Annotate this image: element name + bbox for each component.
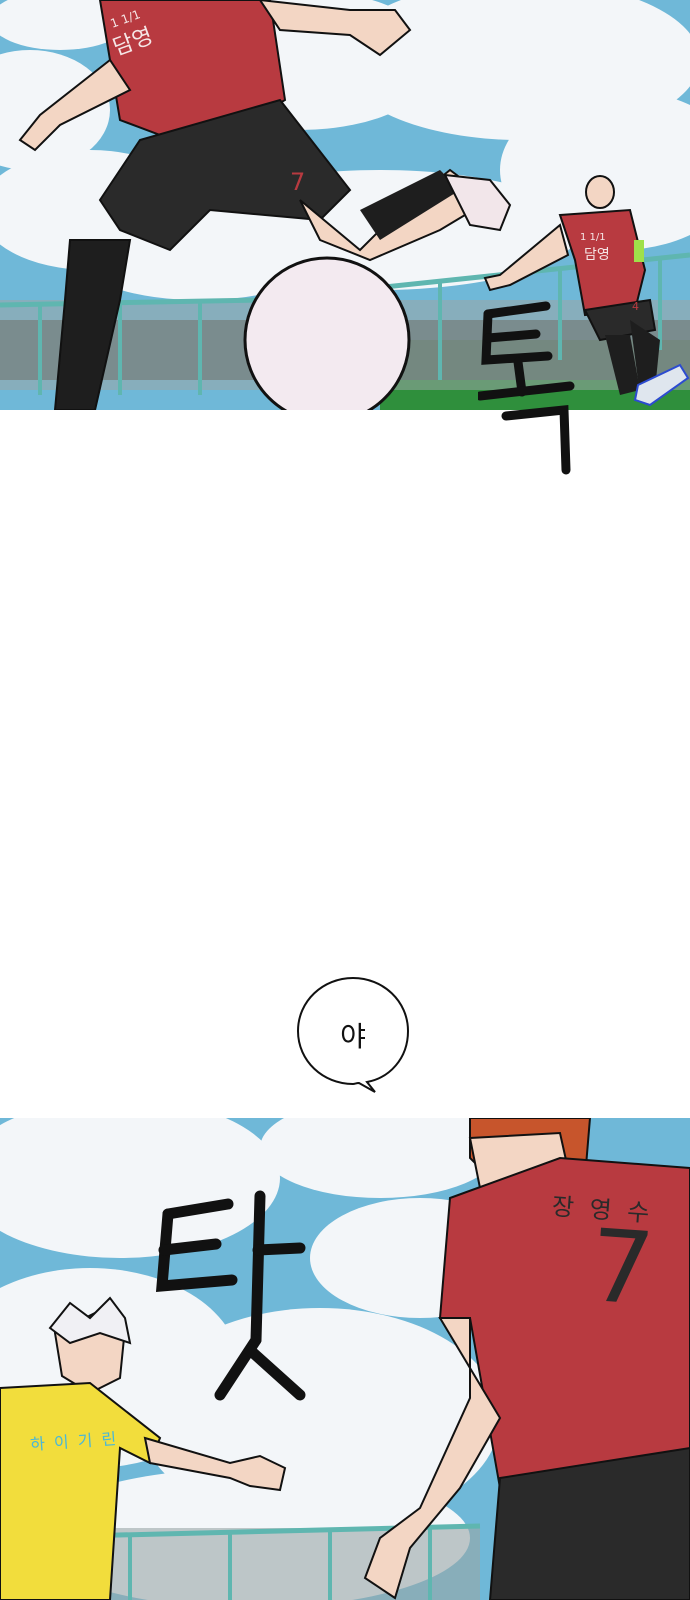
soccer-ball (243, 256, 411, 410)
jersey-number: 7 (586, 1206, 658, 1329)
comic-panel-run: 장 영 수 7 하 이 기 린 (0, 1118, 690, 1600)
panel-kick-art (0, 0, 690, 410)
far-shorts-number: 4 (632, 300, 639, 313)
speech-text: 야 (340, 1020, 366, 1053)
speech-bubble: 야 (295, 975, 411, 1095)
far-jersey-team-name: 담영 (584, 247, 610, 263)
far-jersey-number-tag: 1 1/1 (580, 232, 606, 243)
shorts-number: 7 (290, 168, 306, 196)
comic-panel-kick: 1 1/1 담영 1 1/1 담영 7 4 (0, 0, 690, 410)
